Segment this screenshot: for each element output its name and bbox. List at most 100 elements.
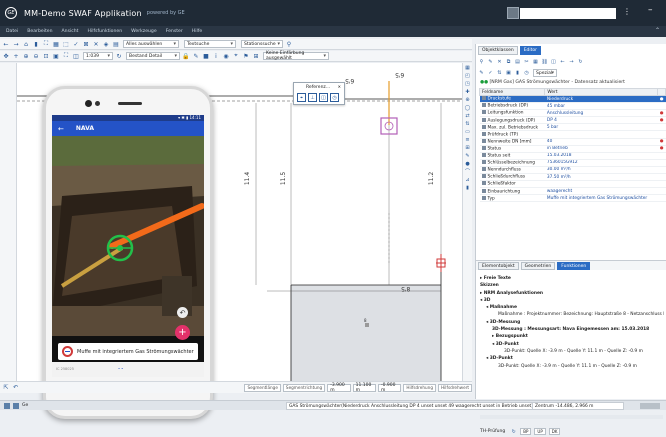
attribute-value[interactable]: Muffe mit integriertem Gas Strömungswäch… (544, 194, 658, 203)
check-icon[interactable]: ✓ (72, 40, 80, 48)
stop-icon[interactable]: ■ (202, 52, 210, 60)
tree-item[interactable]: Maßnahme : Projektnummer: Bezeichnung: H… (480, 311, 664, 318)
attribute-row[interactable]: Auslegungsdruck (DP) DP 4 ● (479, 116, 666, 125)
arrow-right-icon[interactable]: → (568, 59, 575, 66)
save-icon[interactable]: ▮ (514, 70, 521, 77)
tree-item[interactable]: 3D-Punkt: Quelle X: -3.9 m - Quelle Y: 1… (480, 348, 664, 355)
tool-15-icon[interactable]: ⊿ (465, 177, 471, 183)
attribute-row[interactable]: Leitungsfunktion Anschlussleitung ● (479, 109, 666, 118)
tool-12-icon[interactable]: ✎ (465, 153, 471, 159)
pointer-icon[interactable]: ⇱ (2, 384, 10, 392)
full-extent-icon[interactable]: ⛶ (62, 52, 70, 60)
more-menu-icon[interactable]: ⋮ (623, 7, 631, 16)
camera-icon[interactable]: ◫ (550, 59, 557, 66)
attribute-row[interactable]: Schließdurchfluss 37.50 m³/h (479, 173, 666, 182)
collapse-icon[interactable]: ⌃ (655, 27, 660, 34)
paste-icon[interactable]: ▤ (514, 59, 521, 66)
station-search-dropdown[interactable]: Stationssuche (241, 40, 283, 48)
flag-icon[interactable]: ⚑ (242, 52, 250, 60)
attribute-value[interactable]: DP 4 (544, 116, 658, 125)
tree-item[interactable]: ◂ 3D-Punkt (480, 341, 664, 348)
phone-back-icon[interactable]: ← (58, 125, 64, 133)
attribute-value[interactable]: 5 bar (544, 123, 658, 132)
status-grid-icon[interactable] (4, 402, 10, 409)
search-icon[interactable] (507, 7, 519, 19)
history-icon[interactable]: ◷ (523, 70, 530, 77)
scale-dropdown[interactable]: 1:039 (83, 52, 113, 60)
table-icon[interactable]: ▤ (112, 40, 120, 48)
undo-icon[interactable]: ↶ (12, 384, 20, 392)
tree-item[interactable]: ◂ 3D-Punkt (480, 355, 664, 362)
attribute-value[interactable]: 30.00 m³/h (544, 166, 658, 175)
menu-hilfsfunktionen[interactable]: Hilfsfunktionen (87, 29, 122, 34)
grid-icon[interactable]: ▦ (52, 40, 60, 48)
tab-functions[interactable]: Funktionen (557, 262, 591, 270)
group-icon[interactable]: ▣ (505, 70, 512, 77)
attribute-row[interactable]: Druckstufe Niederdruck ● (479, 95, 666, 104)
bp-button[interactable]: BP (520, 428, 532, 435)
col-value[interactable]: Wert (544, 88, 659, 96)
tab-object-classes[interactable]: Objektklassen (478, 46, 518, 55)
tab-editor[interactable]: Editor (519, 46, 542, 55)
tool-3-icon[interactable]: ◳ (465, 81, 471, 87)
panel-scrollbar[interactable] (480, 415, 663, 419)
attribute-row[interactable]: Prüfdruck (TP) (479, 130, 666, 139)
attribute-row[interactable]: Einbaurichtung waagerecht (479, 187, 666, 196)
select-all-dropdown[interactable]: Alles auswählen (123, 40, 179, 48)
pan-icon[interactable]: ✥ (2, 52, 10, 60)
bookmark-icon[interactable]: ▮ (32, 40, 40, 48)
tab-element-object[interactable]: Elementobjekt (478, 262, 519, 270)
copy-icon[interactable]: ⧉ (505, 59, 512, 66)
tree-item[interactable]: 3D-Messung : Messungsart: Nava Eingemess… (480, 326, 664, 333)
z-value-field[interactable]: -0.900 m (377, 383, 402, 393)
menu-ansicht[interactable]: Ansicht (62, 29, 79, 34)
zoom-out-icon[interactable]: ⊖ (32, 52, 40, 60)
attribute-value[interactable]: 37.50 m³/h (544, 173, 658, 182)
layers-icon[interactable]: ◈ (102, 40, 110, 48)
attribute-row[interactable]: Typ Muffe mit integriertem Gas Strömungsw… (479, 194, 666, 203)
attribute-value[interactable]: 15.03.2018 (544, 152, 658, 160)
segment-direction-button[interactable]: Segmentrichtung (282, 383, 326, 392)
menu-bearbeiten[interactable]: Bearbeiten (27, 29, 52, 34)
forward-arrow-icon[interactable]: → (12, 40, 20, 48)
target-icon[interactable]: ◉ (222, 52, 230, 60)
menu-werkzeuge[interactable]: Werkzeuge (131, 29, 157, 34)
attribute-value[interactable]: 7536015G912 (544, 159, 658, 167)
segment-length-button[interactable]: Segmentlänge (244, 383, 281, 392)
status-layer-icon[interactable] (13, 402, 19, 409)
add-icon[interactable]: + (12, 52, 20, 60)
refresh-icon[interactable]: ↻ (115, 52, 123, 60)
info-icon[interactable]: i (212, 52, 220, 60)
tree-item[interactable]: ◂ 3D-Messung (480, 319, 664, 326)
attribute-row[interactable]: Status in Betrieb ● (479, 145, 666, 153)
zoom-in-icon[interactable]: ⊕ (22, 52, 30, 60)
pen-icon[interactable]: ✎ (192, 52, 200, 60)
tree-item[interactable]: ▸ NRM Analysefunktionen (480, 290, 664, 297)
filter-icon[interactable]: ⚲ (478, 59, 485, 66)
check-panel-icon[interactable]: ✓ (487, 70, 494, 77)
tree-item[interactable]: 3D-Punkt: Quelle X: -3.9 m - Quelle Y: 1… (480, 363, 664, 370)
select-icon[interactable]: ⬚ (62, 40, 70, 48)
search-icon-toolbar[interactable]: ⚲ (285, 40, 293, 48)
arrow-left-icon[interactable]: ← (559, 59, 566, 66)
measure-icon[interactable]: ◫ (72, 52, 80, 60)
snap-icon[interactable]: ⌖ (232, 52, 240, 60)
tool-6-icon[interactable]: ◯ (465, 105, 471, 111)
attribute-row[interactable]: Max. zul. Betriebsdruck 5 bar (479, 123, 666, 132)
tool-11-icon[interactable]: ⊞ (465, 145, 471, 151)
print-icon[interactable]: ▣ (52, 52, 60, 60)
minimize-button[interactable]: – (648, 5, 653, 15)
tree-item[interactable]: Skizzen (480, 282, 664, 289)
y-value-field[interactable]: 11.100 m (352, 383, 376, 393)
phone-undo-button[interactable]: ↶ (177, 307, 188, 318)
link-icon[interactable]: ⛓ (541, 59, 548, 66)
lock-icon[interactable]: 🔒 (182, 52, 190, 60)
ref-snap-icon[interactable]: ◫ (319, 93, 328, 102)
tool-14-icon[interactable]: ⌒ (465, 169, 471, 175)
back-arrow-icon[interactable]: ← (2, 40, 10, 48)
attribute-row[interactable]: Nennweite DN [mm] 40 ● (479, 138, 666, 146)
sort-icon[interactable]: ⇅ (496, 70, 503, 77)
zoom-window-icon[interactable]: ⊡ (42, 52, 50, 60)
attribute-value[interactable]: Niederdruck (544, 95, 658, 104)
tree-item[interactable]: ◂ 3D (480, 297, 664, 304)
